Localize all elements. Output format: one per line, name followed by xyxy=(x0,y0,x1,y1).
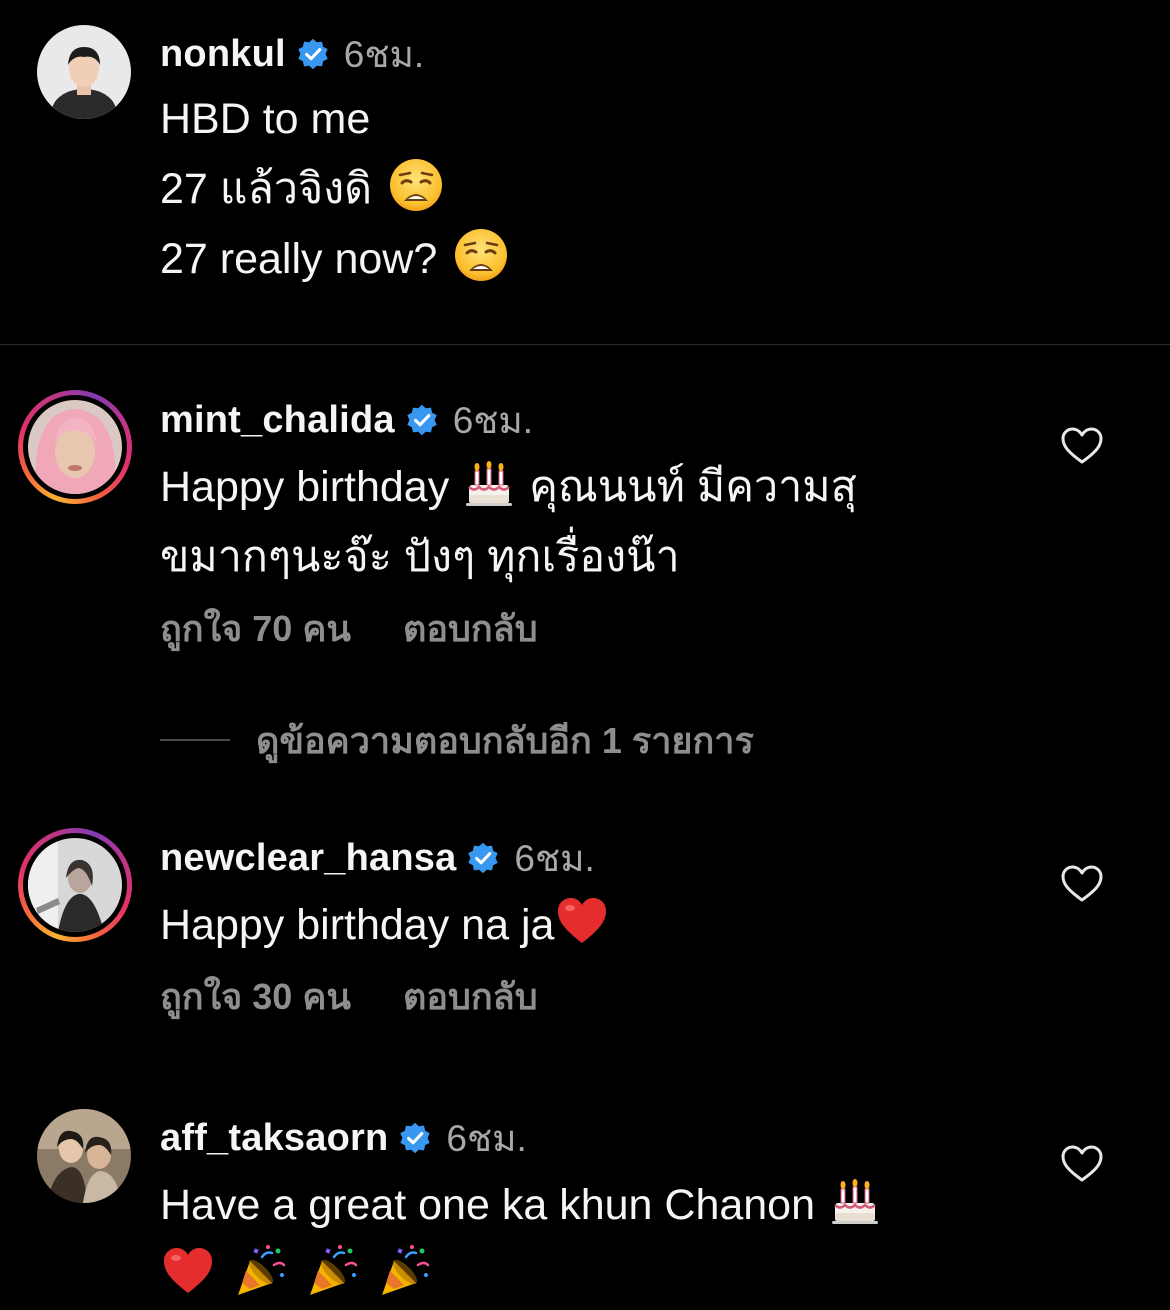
verified-badge-icon xyxy=(405,403,439,437)
view-more-replies[interactable]: ดูข้อความตอบกลับอีก 1 รายการ xyxy=(160,712,754,768)
comment-text: Happy birthday na ja xyxy=(160,890,1030,960)
birthday-cake-emoji-icon xyxy=(461,455,517,511)
comment-avatar[interactable] xyxy=(18,828,132,942)
view-replies-label[interactable]: ดูข้อความตอบกลับอีก 1 รายการ xyxy=(256,712,754,769)
comment-item: aff_taksaorn 6ชม. Have a great one ka kh… xyxy=(0,1106,1170,1307)
caption-line: HBD to me xyxy=(160,95,371,143)
comment-text: Have a great one ka khun Chanon xyxy=(160,1170,1030,1240)
comment-time: 6ชม. xyxy=(452,399,534,441)
comment-likes-count[interactable]: ถูกใจ 30 คน xyxy=(160,968,351,1025)
caption-avatar[interactable] xyxy=(36,24,132,120)
party-popper-emoji-icon xyxy=(304,1243,360,1299)
caption-line: 27 really now? xyxy=(160,224,1030,294)
red-heart-emoji-icon xyxy=(160,1243,216,1299)
reply-button[interactable]: ตอบกลับ xyxy=(403,968,538,1025)
comment-likes-count[interactable]: ถูกใจ 70 คน xyxy=(160,600,351,657)
replies-divider-line xyxy=(160,739,230,741)
heart-outline-icon[interactable] xyxy=(1060,1144,1104,1184)
party-popper-emoji-icon xyxy=(232,1243,288,1299)
comment-username[interactable]: newclear_hansa xyxy=(160,837,456,880)
caption-line: 27 แล้วจิงดิ xyxy=(160,154,1030,224)
comment-item: newclear_hansa 6ชม. Happy birthday na ja… xyxy=(0,826,1170,1046)
comment-username[interactable]: aff_taksaorn xyxy=(160,1117,388,1160)
comment-username[interactable]: mint_chalida xyxy=(160,399,395,442)
verified-badge-icon xyxy=(398,1121,432,1155)
birthday-cake-emoji-icon xyxy=(827,1173,883,1229)
verified-badge-icon xyxy=(296,37,330,71)
reply-button[interactable]: ตอบกลับ xyxy=(403,600,538,657)
caption-block: nonkul 6ชม. HBD to me 27 แล้วจิงดิ 27 re… xyxy=(0,0,1170,344)
verified-badge-icon xyxy=(466,841,500,875)
comment-emoji-line xyxy=(160,1240,1030,1310)
caption-time: 6ชม. xyxy=(343,33,425,75)
comment-text: ขมากๆนะจ๊ะ ปังๆ ทุกเรื่องน๊า xyxy=(160,533,680,581)
heart-outline-icon[interactable] xyxy=(1060,426,1104,466)
party-popper-emoji-icon xyxy=(376,1243,432,1299)
comment-item: mint_chalida 6ชม. Happy birthday คุณนนท์… xyxy=(0,388,1170,688)
comment-avatar[interactable] xyxy=(18,390,132,504)
comment-avatar[interactable] xyxy=(36,1108,132,1204)
caption-username[interactable]: nonkul xyxy=(160,33,286,76)
weary-face-emoji-icon xyxy=(453,227,509,283)
caption-divider xyxy=(0,344,1170,345)
weary-face-emoji-icon xyxy=(388,157,444,213)
heart-outline-icon[interactable] xyxy=(1060,864,1104,904)
comment-time: 6ชม. xyxy=(514,837,595,879)
comment-text: Happy birthday คุณนนท์ มีความสุ xyxy=(160,452,1030,522)
red-heart-emoji-icon xyxy=(554,893,610,949)
comment-time: 6ชม. xyxy=(446,1117,527,1159)
